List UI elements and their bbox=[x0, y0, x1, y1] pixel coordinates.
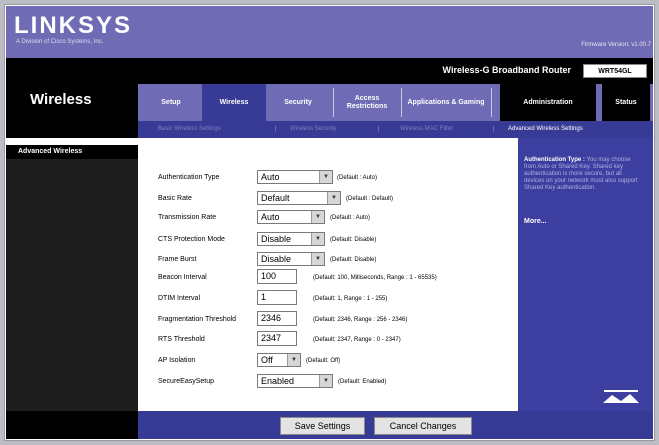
cancel-changes-button[interactable]: Cancel Changes bbox=[374, 417, 472, 435]
subtab-wireless-security[interactable]: Wireless Security bbox=[290, 121, 336, 138]
tab-divider bbox=[333, 88, 334, 117]
frame-burst-select[interactable]: Disable ▼ bbox=[257, 252, 325, 266]
subtab-divider: | bbox=[378, 126, 380, 132]
auth-type-label: Authentication Type bbox=[158, 174, 220, 181]
dtim-label: DTIM Interval bbox=[158, 295, 201, 302]
beacon-label: Beacon Interval bbox=[158, 274, 207, 281]
tab-divider bbox=[491, 88, 492, 117]
cts-label: CTS Protection Mode bbox=[158, 236, 225, 243]
frag-input[interactable]: 2346 bbox=[257, 311, 297, 326]
ap-isolation-label: AP Isolation bbox=[158, 357, 196, 364]
secure-easy-label: SecureEasySetup bbox=[158, 378, 215, 385]
dtim-input[interactable]: 1 bbox=[257, 290, 297, 305]
linksys-logo: LINKSYS bbox=[14, 12, 133, 39]
chevron-down-icon: ▼ bbox=[311, 233, 324, 245]
basic-rate-default: (Default : Default) bbox=[346, 196, 394, 202]
ap-isolation-select[interactable]: Off ▼ bbox=[257, 353, 301, 367]
cisco-systems-logo bbox=[600, 388, 642, 404]
tx-rate-default: (Default : Auto) bbox=[330, 215, 371, 221]
chevron-down-icon: ▼ bbox=[311, 253, 324, 265]
help-text: Authentication Type : You may choose fro… bbox=[524, 157, 642, 192]
rts-label: RTS Threshold bbox=[158, 336, 205, 343]
tx-rate-label: Transmission Rate bbox=[158, 214, 217, 221]
subtab-advanced-wireless[interactable]: Advanced Wireless Settings bbox=[508, 121, 583, 138]
chevron-down-icon: ▼ bbox=[327, 192, 340, 204]
tab-security[interactable]: Security bbox=[266, 84, 330, 121]
chevron-down-icon: ▼ bbox=[319, 375, 332, 387]
logo-subtitle: A Division of Cisco Systems, Inc. bbox=[16, 39, 104, 45]
tab-wireless[interactable]: Wireless bbox=[202, 84, 266, 121]
subtab-basic-wireless[interactable]: Basic Wireless Settings bbox=[158, 121, 221, 138]
chevron-down-icon: ▼ bbox=[287, 354, 300, 366]
left-column bbox=[6, 159, 138, 411]
cts-default: (Default: Disable) bbox=[330, 237, 377, 243]
firmware-version: Firmware Version: v1.00.7 bbox=[581, 42, 651, 48]
subtab-mac-filter[interactable]: Wireless MAC Filter bbox=[400, 121, 453, 138]
help-title: Authentication Type : bbox=[524, 157, 585, 163]
rts-input[interactable]: 2347 bbox=[257, 331, 297, 346]
tab-access-restrictions[interactable]: Access Restrictions bbox=[336, 84, 398, 121]
subtab-divider: | bbox=[493, 126, 495, 132]
tab-applications-gaming[interactable]: Applications & Gaming bbox=[404, 84, 488, 121]
tab-status[interactable]: Status bbox=[602, 84, 650, 121]
ap-isolation-default: (Default: Off) bbox=[306, 358, 341, 364]
chevron-down-icon: ▼ bbox=[311, 211, 324, 223]
tab-divider bbox=[401, 88, 402, 117]
frag-default: (Default: 2346, Range : 256 - 2346) bbox=[313, 317, 408, 323]
help-more-link[interactable]: More... bbox=[524, 218, 547, 225]
auth-type-select[interactable]: Auto ▼ bbox=[257, 170, 333, 184]
product-name: Wireless-G Broadband Router bbox=[442, 65, 571, 75]
subtab-divider: | bbox=[275, 126, 277, 132]
dtim-default: (Default: 1, Range : 1 - 255) bbox=[313, 296, 388, 302]
secure-easy-default: (Default: Enabled) bbox=[338, 379, 387, 385]
left-section-label: Advanced Wireless bbox=[18, 148, 83, 155]
section-title: Wireless bbox=[30, 91, 92, 108]
frame-burst-label: Frame Burst bbox=[158, 256, 197, 263]
model-badge: WRT54GL bbox=[583, 64, 647, 78]
frame-burst-default: (Default: Disable) bbox=[330, 257, 377, 263]
rts-default: (Default: 2347, Range : 0 - 2347) bbox=[313, 337, 401, 343]
save-settings-button[interactable]: Save Settings bbox=[280, 417, 365, 435]
secure-easy-select[interactable]: Enabled ▼ bbox=[257, 374, 333, 388]
chevron-down-icon: ▼ bbox=[319, 171, 332, 183]
basic-rate-select[interactable]: Default ▼ bbox=[257, 191, 341, 205]
beacon-default: (Default: 100, Milliseconds, Range : 1 -… bbox=[313, 275, 437, 281]
tab-setup[interactable]: Setup bbox=[140, 84, 202, 121]
frag-label: Fragmentation Threshold bbox=[158, 316, 237, 323]
tab-administration[interactable]: Administration bbox=[500, 84, 596, 121]
tx-rate-select[interactable]: Auto ▼ bbox=[257, 210, 325, 224]
auth-type-default: (Default : Auto) bbox=[337, 175, 378, 181]
cts-select[interactable]: Disable ▼ bbox=[257, 232, 325, 246]
beacon-input[interactable]: 100 bbox=[257, 269, 297, 284]
basic-rate-label: Basic Rate bbox=[158, 195, 192, 202]
